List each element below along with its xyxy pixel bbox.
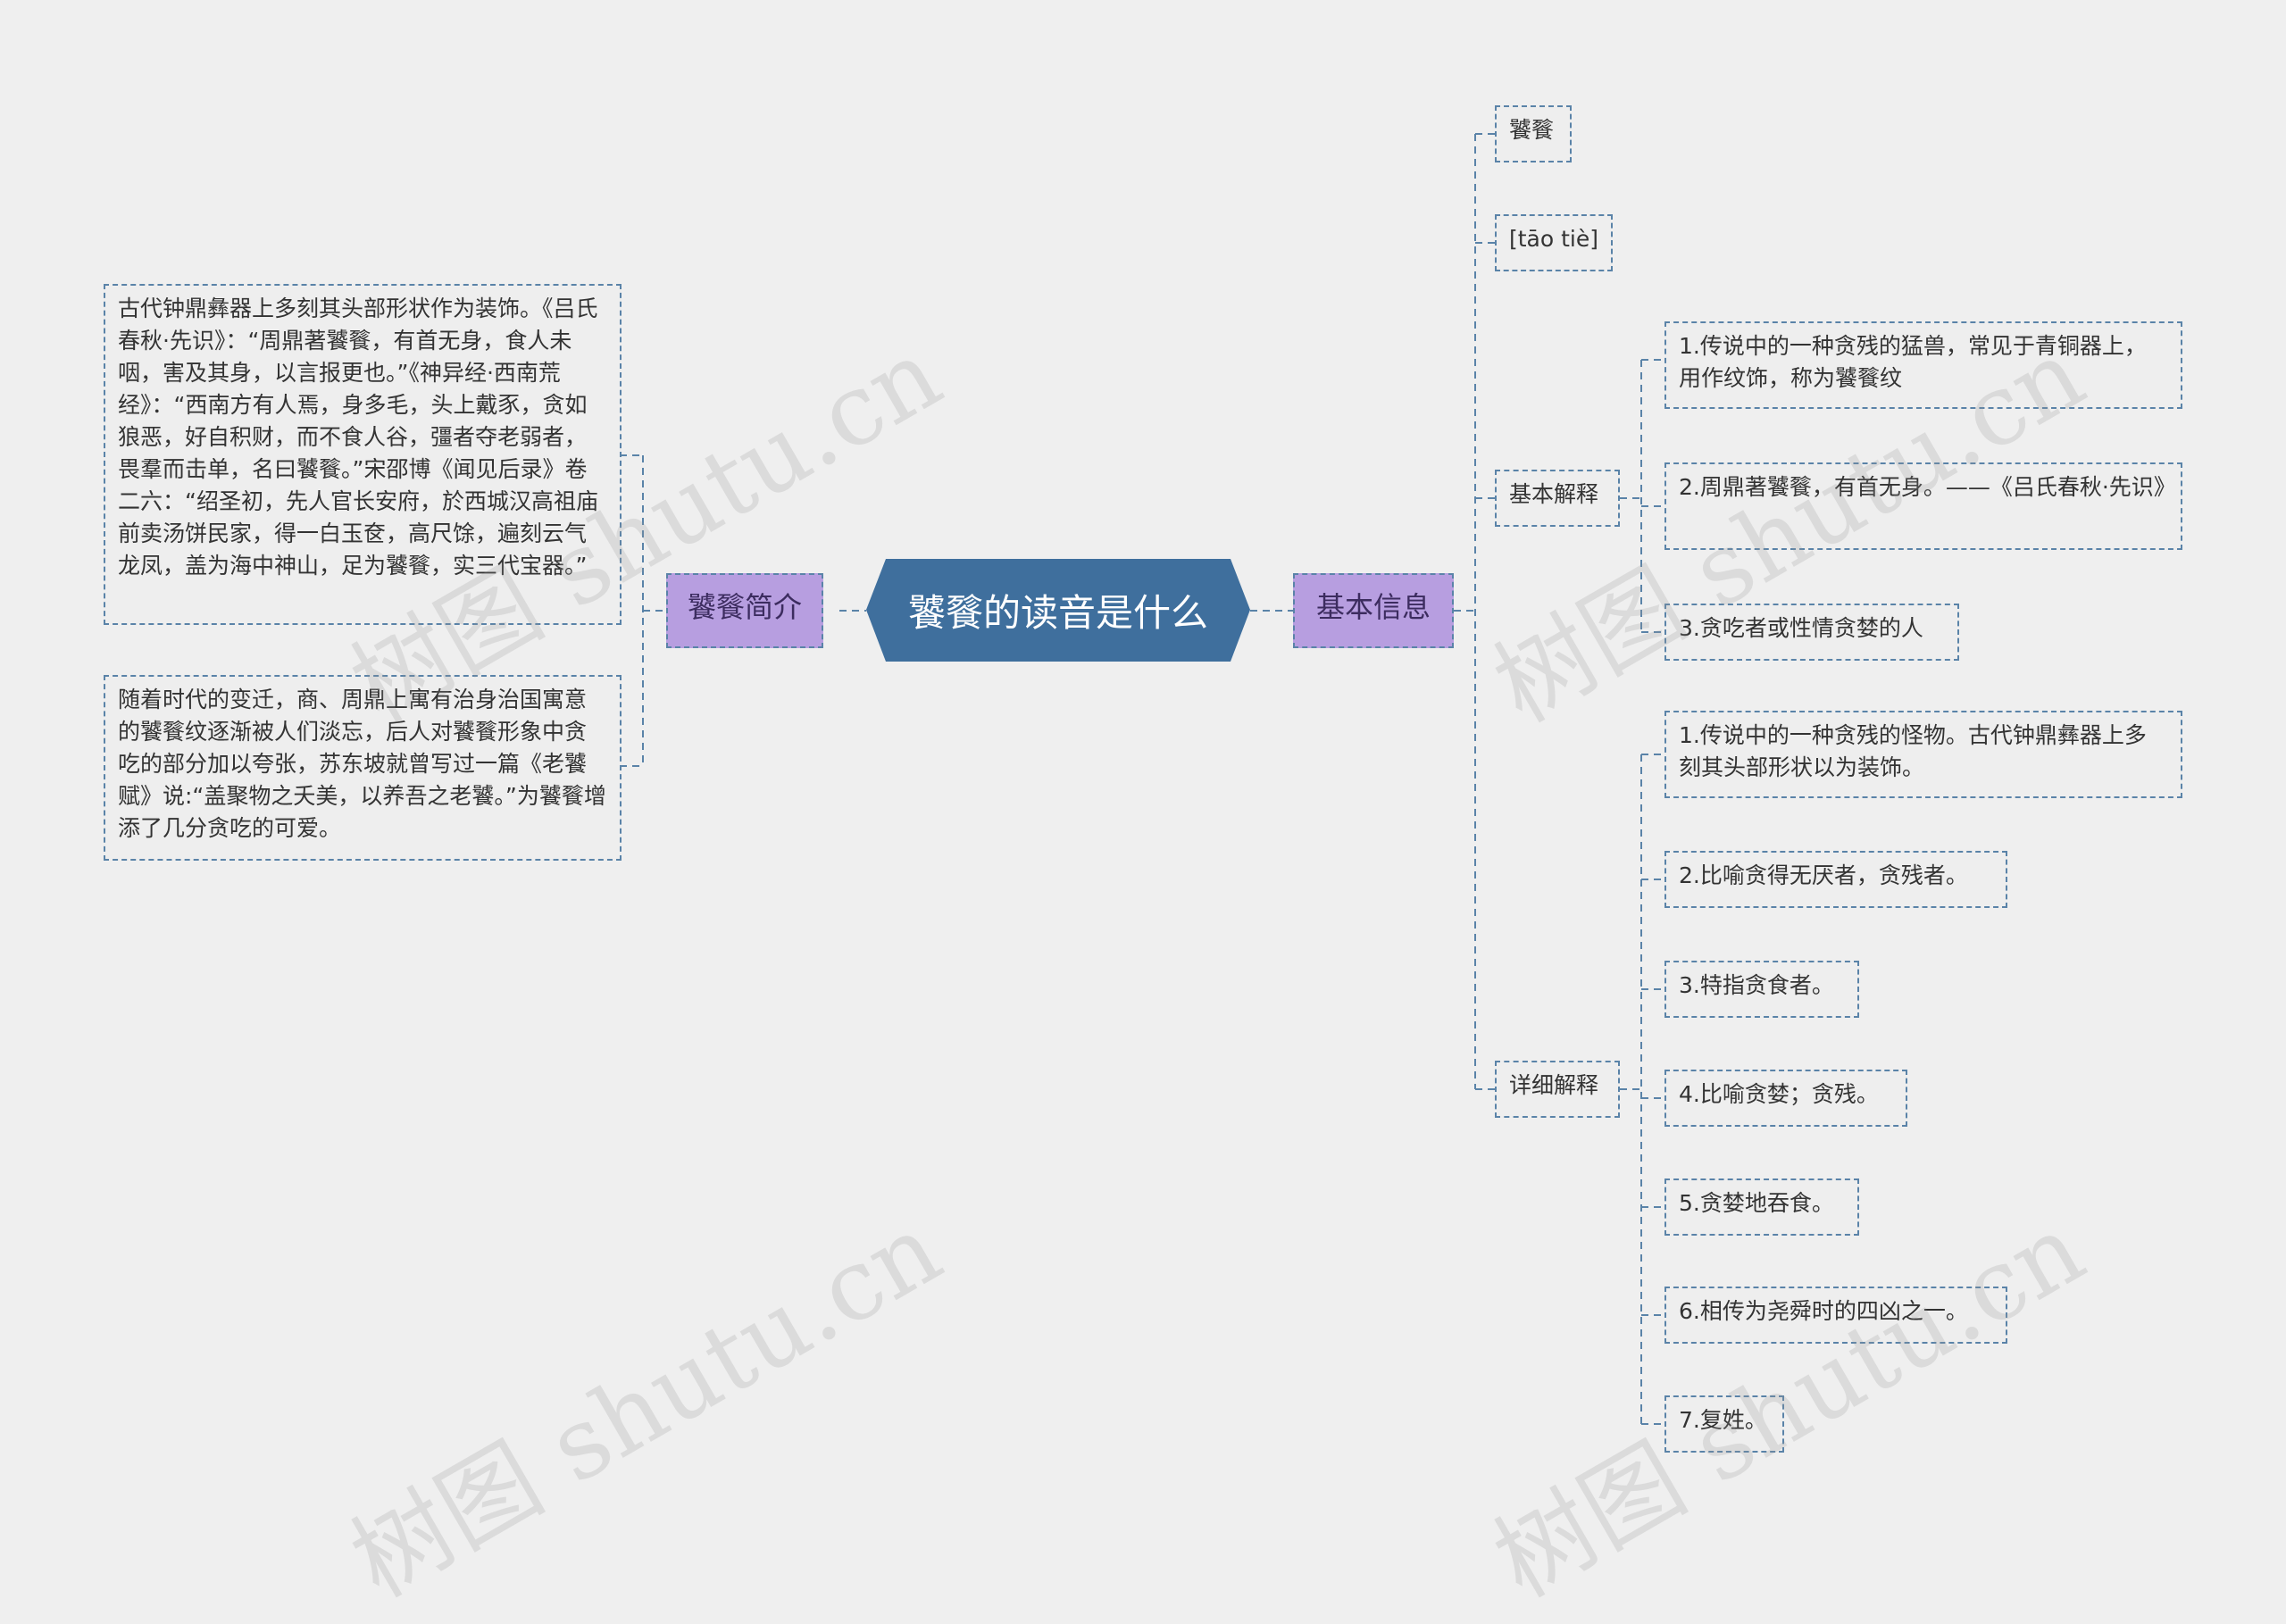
item-text: 1.传说中的一种贪残的猛兽，常见于青铜器上，用作纹饰，称为饕餮纹 <box>1679 333 2147 391</box>
central-topic[interactable]: 饕餮的读音是什么 <box>866 559 1250 662</box>
branch-intro[interactable]: 饕餮简介 <box>666 573 823 648</box>
branch-basic-info[interactable]: 基本信息 <box>1293 573 1454 648</box>
item-text: 2.周鼎著饕餮，有首无身。——《吕氏春秋·先识》 <box>1679 474 2176 500</box>
detail-item[interactable]: 2.比喻贪得无厌者，贪残者。 <box>1664 851 2007 908</box>
mindmap-canvas: 古代钟鼎彝器上多刻其头部形状作为装饰。《吕氏春秋·先识》：“周鼎著饕餮，有首无身… <box>0 0 2286 1619</box>
sub-branch-basic-explanation[interactable]: 基本解释 <box>1495 470 1620 527</box>
basic-item[interactable]: 1.传说中的一种贪残的猛兽，常见于青铜器上，用作纹饰，称为饕餮纹 <box>1664 321 2182 409</box>
item-text: 3.特指贪食者。 <box>1679 972 1834 998</box>
basic-item[interactable]: 3.贪吃者或性情贪婪的人 <box>1664 604 1959 661</box>
leaf-word[interactable]: 饕餮 <box>1495 105 1572 162</box>
sub-branch-detailed-explanation[interactable]: 详细解释 <box>1495 1061 1620 1118</box>
note-intro-evolution[interactable]: 随着时代的变迁，商、周鼎上寓有治身治国寓意的饕餮纹逐渐被人们淡忘，后人对饕餮形象… <box>104 675 622 861</box>
sub-branch-label: 详细解释 <box>1509 1072 1599 1098</box>
sub-branch-label: 基本解释 <box>1509 481 1599 507</box>
branch-label: 饕餮简介 <box>687 590 802 624</box>
leaf-pinyin[interactable]: [tāo tiè] <box>1495 214 1613 271</box>
detail-item[interactable]: 1.传说中的一种贪残的怪物。古代钟鼎彝器上多刻其头部形状以为装饰。 <box>1664 711 2182 798</box>
leaf-text: 饕餮 <box>1509 117 1555 143</box>
item-text: 6.相传为尧舜时的四凶之一。 <box>1679 1298 1968 1324</box>
detail-item[interactable]: 4.比喻贪婪；贪残。 <box>1664 1070 1907 1127</box>
detail-item[interactable]: 6.相传为尧舜时的四凶之一。 <box>1664 1287 2007 1344</box>
note-intro-history[interactable]: 古代钟鼎彝器上多刻其头部形状作为装饰。《吕氏春秋·先识》：“周鼎著饕餮，有首无身… <box>104 284 622 625</box>
item-text: 7.复姓。 <box>1679 1407 1767 1433</box>
central-topic-title: 饕餮的读音是什么 <box>907 591 1208 635</box>
item-text: 1.传说中的一种贪残的怪物。古代钟鼎彝器上多刻其头部形状以为装饰。 <box>1679 722 2147 780</box>
branch-label: 基本信息 <box>1315 590 1431 624</box>
detail-item[interactable]: 5.贪婪地吞食。 <box>1664 1178 1859 1236</box>
detail-item[interactable]: 3.特指贪食者。 <box>1664 961 1859 1018</box>
item-text: 5.贪婪地吞食。 <box>1679 1190 1834 1216</box>
leaf-text: [tāo tiè] <box>1509 226 1598 252</box>
basic-item[interactable]: 2.周鼎著饕餮，有首无身。——《吕氏春秋·先识》 <box>1664 462 2182 550</box>
note-text: 古代钟鼎彝器上多刻其头部形状作为装饰。《吕氏春秋·先识》：“周鼎著饕餮，有首无身… <box>118 296 598 579</box>
item-text: 3.贪吃者或性情贪婪的人 <box>1679 615 1923 641</box>
item-text: 4.比喻贪婪；贪残。 <box>1679 1081 1879 1107</box>
note-text: 随着时代的变迁，商、周鼎上寓有治身治国寓意的饕餮纹逐渐被人们淡忘，后人对饕餮形象… <box>118 687 606 841</box>
item-text: 2.比喻贪得无厌者，贪残者。 <box>1679 862 1968 888</box>
detail-item[interactable]: 7.复姓。 <box>1664 1395 1784 1453</box>
